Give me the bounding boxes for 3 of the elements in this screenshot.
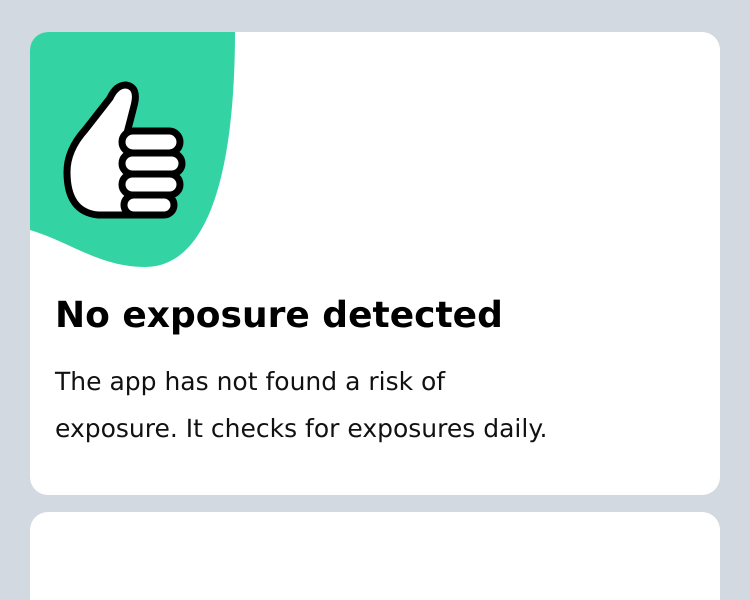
status-title: No exposure detected <box>55 294 504 338</box>
status-description: The app has not found a risk of exposure. It checks for exposures daily. <box>55 366 548 445</box>
thumbs-up-icon <box>64 82 186 218</box>
